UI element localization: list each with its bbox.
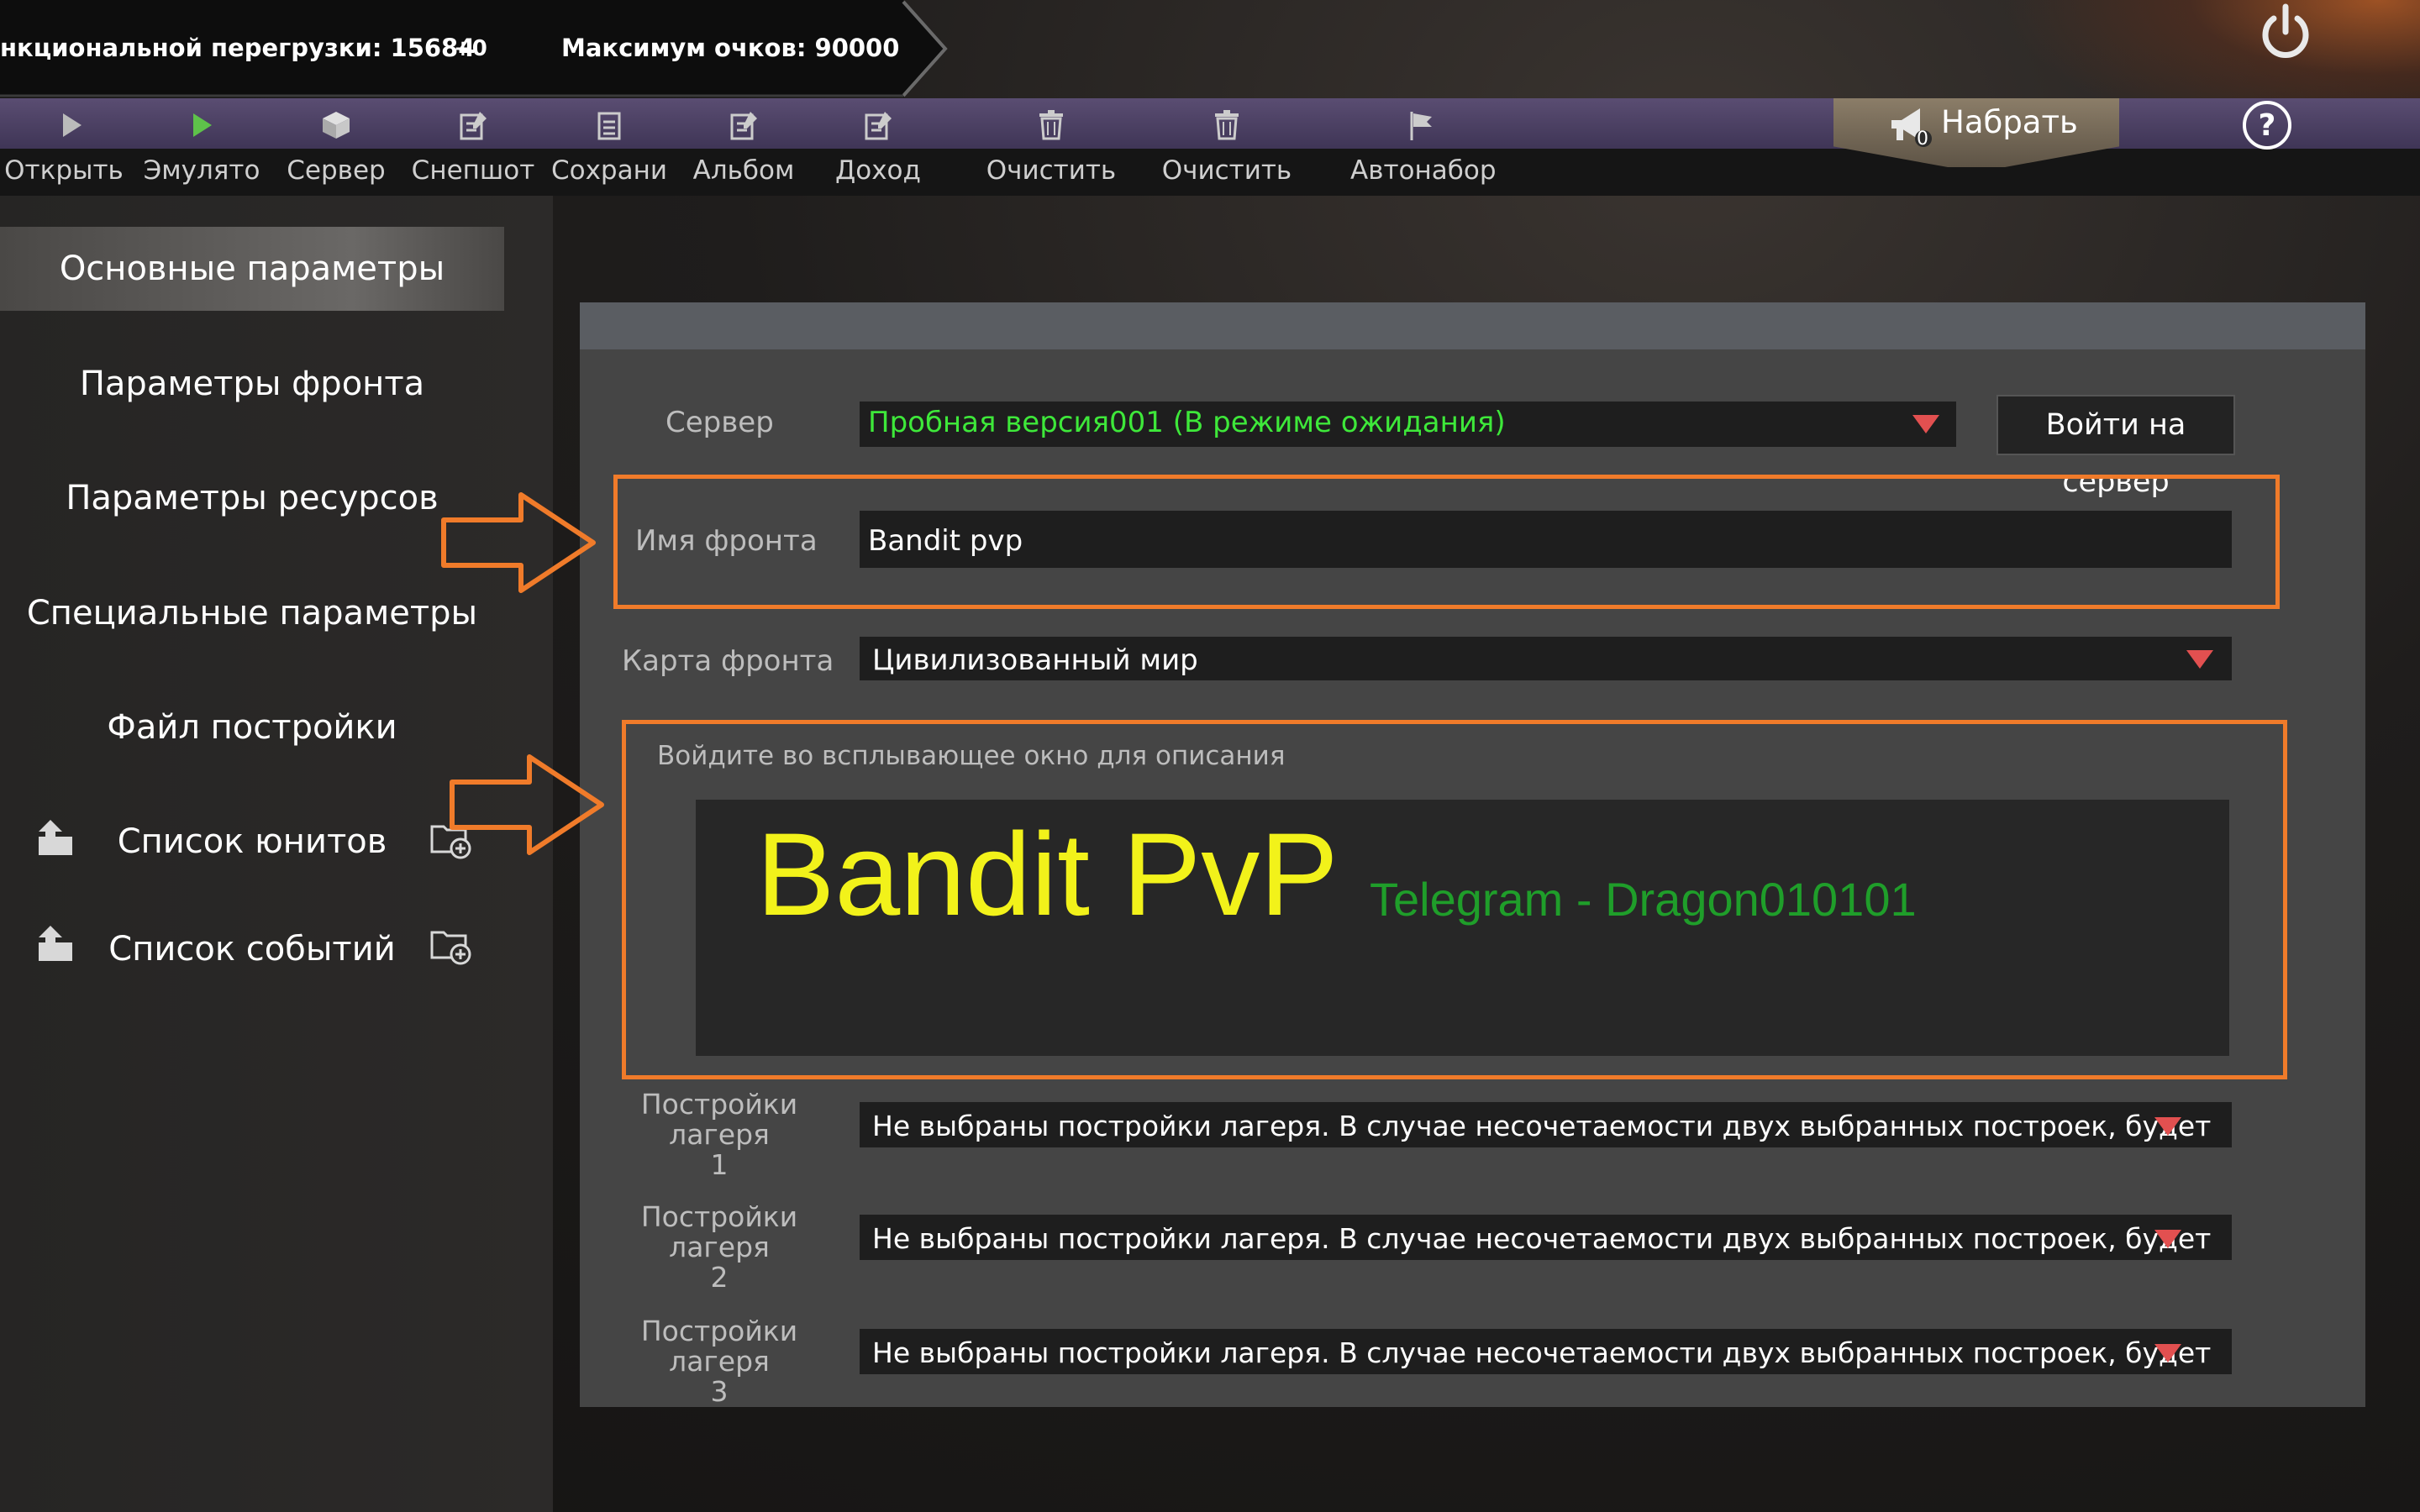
camp-label-1: Постройки лагеря 1: [588, 1089, 850, 1180]
toolbar-snapshot-button[interactable]: Снепшот: [402, 98, 544, 196]
recruit-label: Набрать: [1941, 104, 2078, 140]
toolbar-save-label: Сохрани: [550, 155, 668, 186]
power-icon[interactable]: [2252, 0, 2319, 67]
camp-label-3: Постройки лагеря 3: [588, 1316, 850, 1407]
trash-icon: [1215, 110, 1239, 140]
camp-select-value-1: Не выбраны постройки лагеря. В случае не…: [872, 1110, 2212, 1142]
sidebar-item-label: Список событий: [108, 930, 396, 969]
camp-select-value-3: Не выбраны постройки лагеря. В случае не…: [872, 1336, 2212, 1369]
add-folder-icon[interactable]: [429, 922, 472, 966]
sidebar-item-resource-params[interactable]: Параметры ресурсов: [0, 456, 504, 540]
sidebar-item-label: Основные параметры: [59, 249, 445, 288]
edit-icon: [730, 112, 757, 140]
enter-server-button[interactable]: Войти на сервер: [1996, 395, 2235, 499]
trash-icon: [1039, 110, 1063, 140]
toolbar-clear-button-1[interactable]: Очистить: [980, 98, 1123, 196]
camp-label-number: 3: [710, 1375, 729, 1408]
toolbar-album-label: Альбом: [692, 155, 795, 186]
chevron-down-icon[interactable]: [1909, 412, 1943, 437]
sidebar-item-label: Файл постройки: [107, 708, 397, 747]
flag-icon: [1410, 112, 1432, 140]
front-name-input[interactable]: [860, 511, 2232, 568]
toolbar-income-label: Доход: [835, 155, 921, 186]
play-icon: [63, 113, 82, 137]
play-icon: [193, 113, 212, 137]
toolbar-emulator-label: Эмулято: [143, 155, 260, 186]
toolbar-autorecruit-button[interactable]: Автонабор: [1350, 98, 1497, 196]
camp-label-number: 1: [710, 1148, 729, 1181]
sidebar-item-special-params[interactable]: Специальные параметры: [0, 571, 504, 655]
camp-label-line: Постройки лагеря: [640, 1088, 798, 1151]
chevron-down-icon[interactable]: [2183, 647, 2217, 672]
front-map-label: Карта фронта: [622, 644, 834, 678]
front-map-value: Цивилизованный мир: [872, 643, 1198, 677]
toolbar-save-button[interactable]: Сохрани: [538, 98, 681, 196]
camp-label-number: 2: [710, 1261, 729, 1294]
export-icon[interactable]: [34, 816, 77, 860]
edit-icon: [460, 112, 487, 140]
edit-icon: [865, 112, 892, 140]
camp-label-2: Постройки лагеря 2: [588, 1202, 850, 1293]
help-icon[interactable]: ?: [2241, 99, 2293, 151]
svg-text:?: ?: [2259, 108, 2276, 143]
annotation-arrow-right: [441, 492, 596, 593]
chevron-down-icon[interactable]: [2151, 1341, 2185, 1366]
recruit-badge: 0: [1917, 129, 1928, 150]
sidebar-item-label: Параметры ресурсов: [66, 479, 439, 517]
front-name-value: Bandit pvp: [868, 524, 1023, 558]
front-name-label: Имя фронта: [635, 524, 818, 558]
toolbar-server-label: Сервер: [287, 155, 386, 186]
camp-select-value-2: Не выбраны постройки лагеря. В случае не…: [872, 1222, 2212, 1255]
toolbar-server-button[interactable]: Сервер: [265, 98, 408, 196]
server-select-value: Пробная версия001 (В режиме ожидания): [868, 406, 1506, 439]
sidebar-item-build-file[interactable]: Файл постройки: [0, 685, 504, 769]
sidebar-item-front-params[interactable]: Параметры фронта: [0, 342, 504, 426]
export-icon[interactable]: [34, 922, 77, 966]
server-label: Сервер: [666, 406, 774, 439]
toolbar-income-button[interactable]: Доход: [807, 98, 950, 196]
camp-label-line: Постройки лагеря: [640, 1315, 798, 1378]
annotation-arrow-right: [450, 754, 604, 855]
camp-label-line: Постройки лагеря: [640, 1200, 798, 1263]
sidebar-item-main-params[interactable]: Основные параметры: [0, 227, 504, 311]
description-subtitle: Telegram - Dragon010101: [1370, 873, 1917, 926]
sidebar-item-label: Специальные параметры: [26, 594, 478, 633]
chevron-down-icon[interactable]: [2151, 1226, 2185, 1252]
sidebar-item-label: Список юнитов: [117, 822, 387, 861]
overload-counter: нкциональной перегрузки: 15684: [0, 34, 476, 62]
panel-header: [580, 302, 2365, 349]
description-hint: Войдите во всплывающее окно для описания: [657, 741, 1286, 771]
toolbar-emulator-button[interactable]: Эмулято: [130, 98, 273, 196]
description-title: Bandit PvP: [756, 808, 1339, 940]
toolbar-snapshot-label: Снепшот: [411, 155, 535, 186]
toolbar-album-button[interactable]: Альбом: [672, 98, 815, 196]
max-points: Максимум очков: 90000: [561, 34, 900, 62]
chevron-down-icon[interactable]: [2151, 1114, 2185, 1139]
toolbar-autorecruit-label: Автонабор: [1350, 155, 1497, 186]
toolbar-clear-label-1: Очистить: [986, 155, 1117, 186]
cube-icon: [323, 112, 350, 139]
toolbar-clear-button-2[interactable]: Очистить: [1155, 98, 1298, 196]
overload-delta: +0: [454, 36, 487, 61]
sidebar-item-label: Параметры фронта: [79, 365, 425, 403]
toolbar-open-button[interactable]: Открыть: [0, 98, 143, 196]
toolbar-open-label: Открыть: [4, 155, 124, 186]
document-icon: [597, 112, 621, 140]
toolbar-clear-label-2: Очистить: [1161, 155, 1292, 186]
